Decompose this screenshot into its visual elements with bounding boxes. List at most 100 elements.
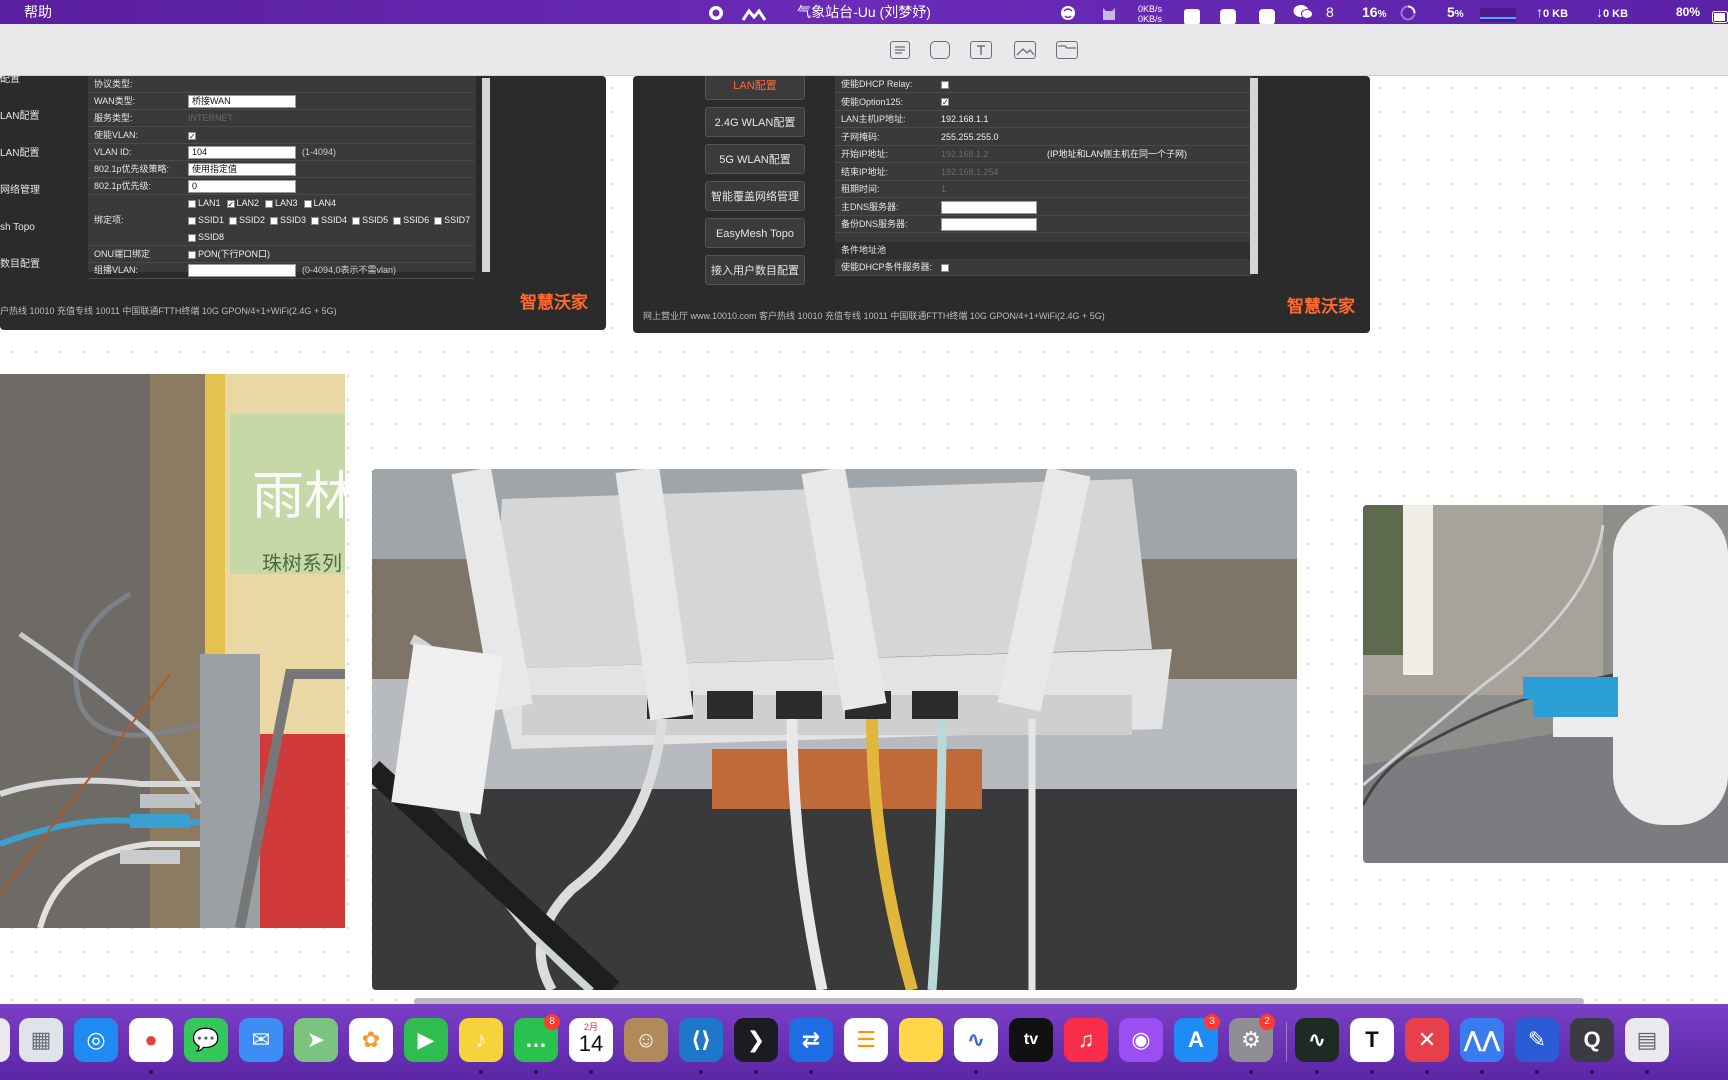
dns-input[interactable] (941, 200, 1037, 214)
photo-router-back[interactable] (372, 469, 1297, 990)
running-indicator (1590, 1070, 1594, 1074)
text-box-icon[interactable] (970, 41, 992, 59)
multicast-vlan-input[interactable] (188, 264, 296, 278)
bind-port-label: LAN1 (198, 198, 221, 208)
folder-icon[interactable] (1056, 41, 1078, 59)
typora-icon[interactable]: T (1350, 1018, 1394, 1062)
toolbar (0, 24, 1728, 76)
apple-menu-edge[interactable] (0, 0, 6, 24)
nav-tab[interactable]: 智能覆盖网络管理 (705, 181, 805, 211)
bind-port-checkbox[interactable] (265, 199, 274, 208)
messages-icon[interactable]: 💬 (184, 1018, 228, 1062)
menu-help[interactable]: 帮助 (24, 0, 52, 24)
brand-logo-right: 智慧沃家 (1287, 297, 1355, 316)
nav-tab[interactable]: 接入用户数目配置 (705, 255, 805, 285)
bind-ssid-checkbox[interactable] (434, 216, 443, 225)
prompt-icon[interactable]: ❯ (734, 1018, 778, 1062)
form-label: LAN主机IP地址: (841, 114, 906, 124)
form-value[interactable]: 192.168.1.254 (941, 167, 999, 177)
form-scrollbar-right[interactable] (1250, 78, 1258, 274)
chrome-icon[interactable]: ● (129, 1018, 173, 1062)
dns-input[interactable] (941, 218, 1037, 232)
activity-monitor-icon[interactable]: ∿ (1295, 1018, 1339, 1062)
photo-mesh-node[interactable] (1363, 505, 1728, 863)
bind-port-checkbox[interactable] (303, 199, 312, 208)
side-nav-item[interactable]: 配置 (0, 76, 20, 90)
router-lan-screenshot[interactable]: LAN配置 2.4G WLAN配置 5G WLAN配置 智能覆盖网络管理 EasyMes… (633, 76, 1370, 333)
xmind-icon[interactable]: ✕ (1405, 1018, 1449, 1062)
nav-tab[interactable]: LAN配置 (705, 76, 805, 100)
nav-tab[interactable]: 2.4G WLAN配置 (705, 107, 805, 137)
media-icon[interactable] (1014, 41, 1036, 59)
vlan-id-input[interactable]: 104 (188, 146, 296, 160)
bind-port-checkbox[interactable] (188, 199, 196, 208)
bind-ssid-checkbox[interactable] (311, 216, 320, 225)
bind-ssid-checkbox[interactable] (270, 216, 279, 225)
bind-ssid-label: SSID6 (403, 215, 430, 225)
remote-desktop-icon[interactable]: ⇄ (789, 1018, 833, 1062)
bind-ssid-label: SSID8 (198, 232, 225, 242)
brand-logo: 智慧沃家 (520, 293, 588, 312)
vscode-icon[interactable]: ⟨⟩ (679, 1018, 723, 1062)
bind-ssid-checkbox[interactable] (188, 233, 196, 242)
preview-doc-icon[interactable]: ▤ (1625, 1018, 1669, 1062)
music-icon[interactable]: ♫ (1064, 1018, 1108, 1062)
nav-tab[interactable]: 5G WLAN配置 (705, 144, 805, 174)
select-field[interactable]: 桥接WAN (188, 95, 296, 109)
form-row: 使能Option125: ✓ (835, 94, 1251, 111)
freeform-canvas[interactable]: 配置 LAN配置 LAN配置 网络管理 sh Topo 数目配置 协议类型: WAN类型: 桥… (0, 76, 1728, 1004)
pencil-icon[interactable]: ✎ (1515, 1018, 1559, 1062)
form-scrollbar[interactable] (482, 78, 490, 272)
router-wan-screenshot[interactable]: 配置 LAN配置 LAN配置 网络管理 sh Topo 数目配置 协议类型: WAN类型: 桥… (0, 76, 606, 330)
qq-music-icon[interactable]: ♪ (459, 1018, 503, 1062)
launchpad-icon[interactable]: ▦ (19, 1018, 63, 1062)
apple-tv-icon[interactable]: tv (1009, 1018, 1053, 1062)
select-field[interactable]: 使用指定值 (188, 163, 296, 177)
form-row: 802.1p优先级: 0 (88, 178, 474, 195)
podcasts-icon[interactable]: ◉ (1119, 1018, 1163, 1062)
safari-icon[interactable]: ◎ (74, 1018, 118, 1062)
side-nav-item[interactable]: LAN配置 (0, 144, 39, 164)
onu-bind-checkbox[interactable] (188, 250, 196, 259)
disabled-value: INTERNET (188, 113, 233, 123)
form-row: 协议类型: (88, 76, 474, 93)
bind-ssid-label: SSID3 (280, 215, 307, 225)
facetime-icon[interactable]: ▶ (404, 1018, 448, 1062)
bind-ssid-label: SSID4 (321, 215, 348, 225)
form-checkbox[interactable] (941, 80, 949, 89)
side-nav-item[interactable]: 网络管理 (0, 181, 40, 201)
contacts-icon[interactable]: ☺ (624, 1018, 668, 1062)
form-checkbox[interactable]: ✓ (941, 98, 949, 107)
mail-icon[interactable]: ✉ (239, 1018, 283, 1062)
freeform-icon[interactable]: ∿ (954, 1018, 998, 1062)
shapes-icon[interactable] (930, 41, 950, 59)
bind-ssid-checkbox[interactable] (393, 216, 402, 225)
quicktime-icon[interactable]: Q (1570, 1018, 1614, 1062)
reminders-icon[interactable]: ☰ (844, 1018, 888, 1062)
bind-port-checkbox[interactable]: ✓ (226, 199, 235, 208)
form-value[interactable]: 192.168.1.2 (941, 149, 989, 159)
maps-icon[interactable]: ➤ (294, 1018, 338, 1062)
form-value[interactable]: 1 (941, 184, 946, 194)
form-label: ONU端口绑定 (94, 249, 150, 259)
running-indicator (1535, 1070, 1539, 1074)
nav-tab[interactable]: EasyMesh Topo (705, 218, 805, 248)
note-icon[interactable] (890, 41, 910, 59)
finder-icon[interactable] (0, 1018, 10, 1062)
bind-ssid-checkbox[interactable] (229, 216, 238, 225)
select-field[interactable]: 0 (188, 180, 296, 194)
dhcp-condition-checkbox[interactable] (941, 263, 949, 272)
bind-ssid-checkbox[interactable] (352, 216, 361, 225)
calendar-icon[interactable]: 2月 14 (569, 1018, 613, 1062)
uu-remote-icon[interactable]: ⋀⋀ (1460, 1018, 1504, 1062)
side-nav-item[interactable]: 数目配置 (0, 255, 40, 275)
photo-cables-door[interactable]: 雨林 珠树系列 (0, 374, 345, 928)
side-nav-item[interactable]: LAN配置 (0, 107, 39, 127)
bind-ssid-checkbox[interactable] (188, 216, 196, 225)
notes-icon[interactable] (899, 1018, 943, 1062)
side-nav-item[interactable]: sh Topo (0, 218, 35, 238)
photos-icon[interactable]: ✿ (349, 1018, 393, 1062)
panel-footer: 户热线 10010 充值专线 10011 中国联通FTTH终端 10G GPON… (0, 306, 337, 316)
vlan-enable-checkbox[interactable]: ✓ (188, 131, 196, 140)
form-label: 协议类型: (94, 79, 133, 89)
